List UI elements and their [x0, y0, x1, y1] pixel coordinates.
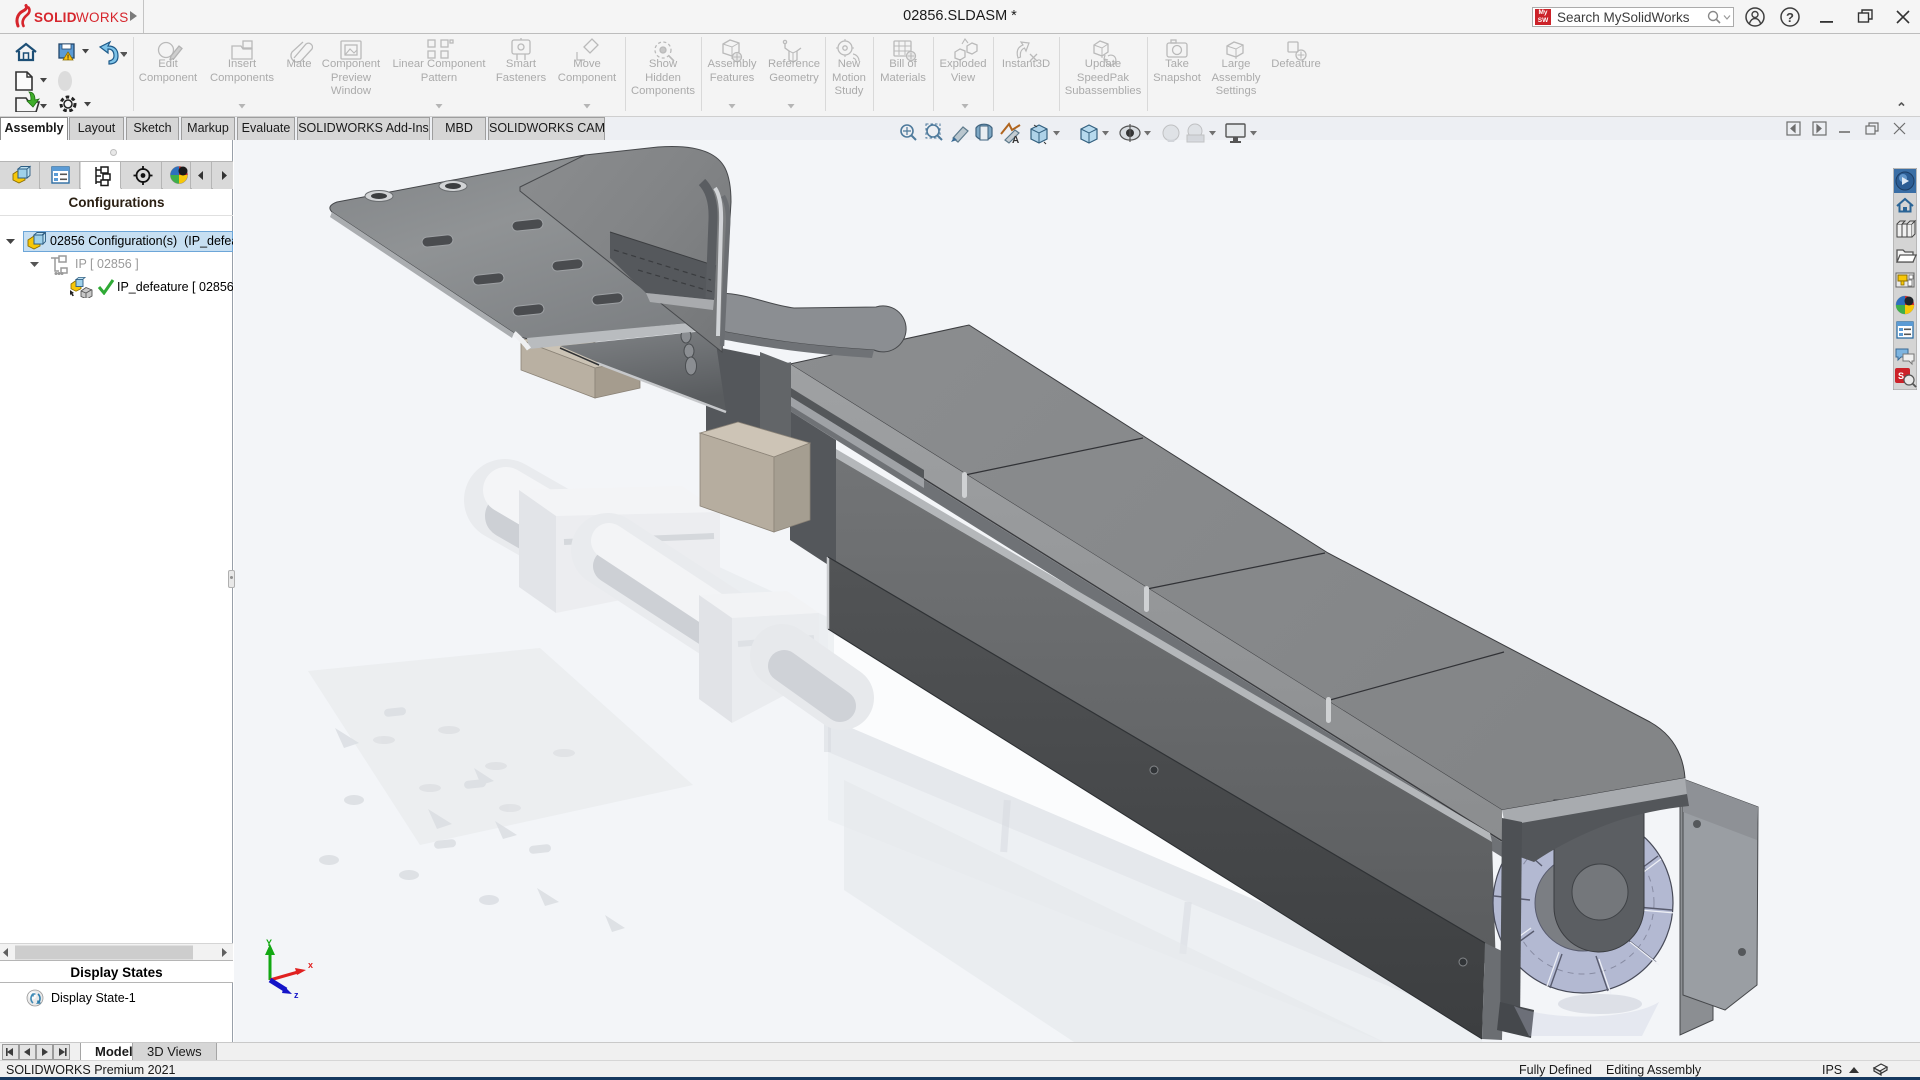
svg-text:S: S — [1898, 371, 1904, 381]
svg-text:A: A — [1012, 135, 1019, 146]
svg-text:SOLID: SOLID — [34, 10, 77, 25]
svg-text:?: ? — [1786, 10, 1794, 25]
svg-text:Y: Y — [266, 938, 272, 948]
svg-text:WORKS: WORKS — [76, 10, 129, 25]
svg-text:z: z — [294, 990, 299, 998]
svg-text:x: x — [308, 960, 313, 970]
